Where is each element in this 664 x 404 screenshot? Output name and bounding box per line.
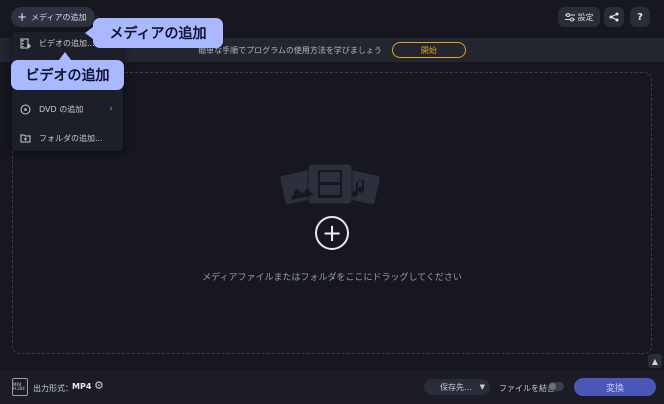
chevron-down-icon: ▼ — [479, 383, 485, 391]
folder-add-icon — [20, 134, 31, 143]
share-icon — [609, 12, 619, 22]
menu-item-add-dvd[interactable]: DVD の追加 › — [12, 99, 123, 119]
drop-hint-text: メディアファイルまたはフォルダをここにドラッグしてください — [202, 273, 462, 283]
convert-button[interactable]: 変換 — [574, 378, 656, 396]
media-files-icon — [279, 163, 381, 206]
add-media-label: メディアの追加 — [31, 12, 87, 22]
settings-label: 設定 — [577, 12, 594, 22]
format-file-icon[interactable]: MP4 H.264 — [12, 378, 28, 396]
menu-item-label: フォルダの追加... — [39, 133, 103, 143]
output-format-value[interactable]: MP4 — [72, 382, 91, 391]
film-add-icon — [20, 38, 31, 48]
merge-files-toggle[interactable] — [548, 382, 564, 391]
callout-add-media: メディアの追加 — [85, 18, 223, 48]
add-media-button[interactable]: + メディアの追加 — [11, 7, 95, 27]
start-tutorial-button[interactable]: 開始 — [391, 42, 466, 58]
gear-icon[interactable]: ⚙ — [94, 379, 108, 393]
plus-icon: + — [321, 219, 343, 247]
dvd-icon — [20, 104, 31, 114]
menu-item-label: DVD の追加 — [39, 104, 84, 114]
menu-item-add-folder[interactable]: フォルダの追加... — [12, 128, 123, 148]
menu-item-label: ビデオの追加... — [39, 38, 95, 48]
add-media-menu: ビデオの追加... DVD の追加 › フォルダの追加... — [12, 32, 123, 151]
scroll-up-button[interactable]: ▲ — [648, 354, 662, 368]
add-files-button[interactable]: + — [315, 216, 349, 250]
save-location-label: 保存先... — [440, 382, 472, 392]
help-button[interactable]: ? — [630, 7, 650, 27]
chevron-up-icon: ▲ — [651, 356, 659, 366]
output-format-label: 出力形式： — [33, 384, 73, 393]
chevron-right-icon: › — [109, 104, 113, 114]
plus-icon: + — [17, 10, 28, 24]
share-button[interactable] — [604, 7, 624, 27]
save-location-select[interactable]: 保存先... ▼ — [424, 379, 490, 395]
sliders-icon — [564, 12, 575, 21]
callout-add-video: ビデオの追加 — [11, 52, 124, 90]
question-icon: ? — [637, 11, 643, 23]
settings-button[interactable]: 設定 — [558, 7, 600, 27]
banner-message: 簡単な手順でプログラムの使用方法を学びましょう — [198, 45, 382, 55]
